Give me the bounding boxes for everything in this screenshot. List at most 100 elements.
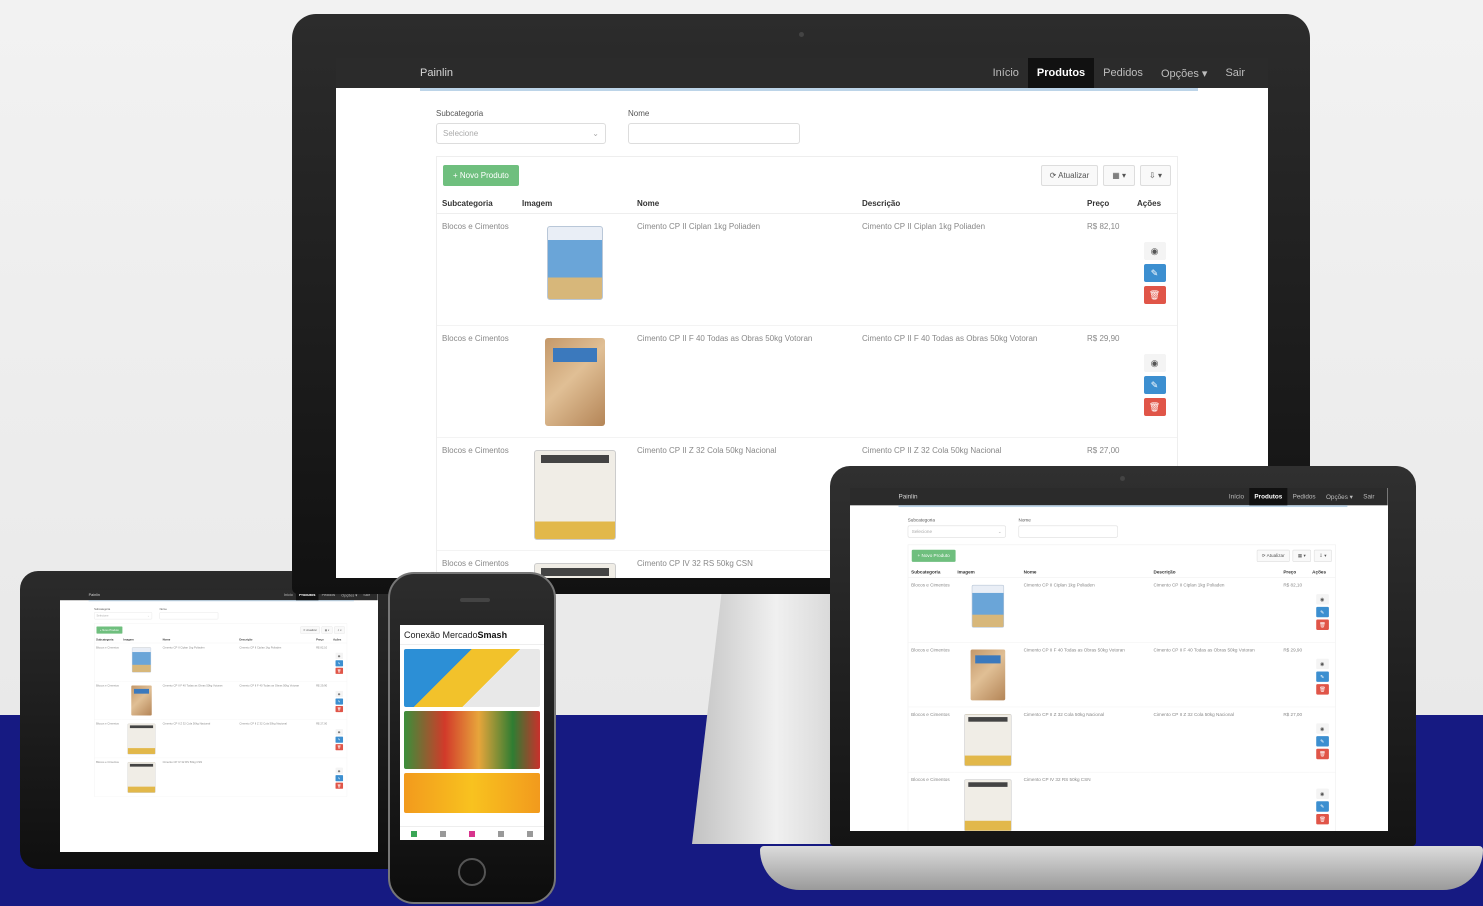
edit-icon[interactable]: ✎ [1315,736,1329,747]
view-icon[interactable]: ◉ [1315,723,1329,734]
nav-inicio[interactable]: Início [984,58,1028,88]
col-price[interactable]: Preço [1280,566,1310,579]
name-input[interactable] [628,123,800,144]
col-description[interactable]: Descrição [857,194,1082,214]
banner-vegetables[interactable] [404,711,540,769]
table-row[interactable]: Blocos e Cimentos Cimento CP II Ciplan 1… [437,213,1177,326]
view-icon[interactable]: ◉ [335,729,343,736]
table-row[interactable]: Blocos e Cimentos Cimento CP II Ciplan 1… [94,642,347,682]
category-select[interactable]: Selecione ⌄ [94,612,153,620]
nav-pedidos[interactable]: Pedidos [1094,58,1152,88]
table-row[interactable]: Blocos e Cimentos Cimento CP IV 32 RS 50… [94,757,347,797]
refresh-button[interactable]: ⟳ Atualizar [300,626,320,634]
nav-pedidos[interactable]: Pedidos [1287,488,1320,505]
name-input[interactable] [159,612,219,620]
view-icon[interactable]: ◉ [1315,594,1329,605]
nav-opcoes[interactable]: Opções ▾ [1152,58,1217,88]
col-name[interactable]: Nome [632,194,857,214]
export-button[interactable]: ⇩ ▾ [334,626,345,634]
nav-opcoes[interactable]: Opções ▾ [1321,488,1358,505]
edit-icon[interactable]: ✎ [1143,264,1166,282]
table-row[interactable]: Blocos e Cimentos Cimento CP II Ciplan 1… [908,577,1336,643]
edit-icon[interactable]: ✎ [1315,801,1329,812]
col-price[interactable]: Preço [314,636,332,644]
cell-price: R$ 82,10 [1082,213,1132,326]
view-icon[interactable]: ◉ [1315,658,1329,670]
tab-cart-icon[interactable] [468,830,475,837]
table-row[interactable]: Blocos e Cimentos Cimento CP II Z 32 Col… [94,719,347,758]
view-icon[interactable]: ◉ [1143,354,1166,372]
edit-icon[interactable]: ✎ [1315,671,1329,682]
view-icon[interactable]: ◉ [1315,788,1329,800]
nav-sair[interactable]: Sair [1358,488,1380,505]
nav-produtos[interactable]: Produtos [1249,488,1288,506]
tab-orders-icon[interactable] [497,830,504,837]
edit-icon[interactable]: ✎ [1315,606,1329,618]
trash-icon[interactable]: 🗑 [1315,619,1329,630]
view-icon[interactable]: ◉ [1143,242,1166,260]
refresh-button[interactable]: ⟳ Atualizar [1256,549,1290,562]
view-icon[interactable]: ◉ [335,690,343,698]
col-price[interactable]: Preço [1082,194,1132,214]
category-select[interactable]: Selecione ⌄ [907,525,1006,538]
product-image [131,647,151,673]
table-row[interactable]: Blocos e Cimentos Cimento CP II Z 32 Col… [908,706,1336,773]
table-row[interactable]: Blocos e Cimentos Cimento CP IV 32 RS 50… [908,771,1336,831]
columns-button[interactable]: ▦ ▾ [1292,549,1312,562]
cell-price: R$ 29,90 [314,681,332,720]
trash-icon[interactable]: 🗑 [1315,814,1329,825]
edit-icon[interactable]: ✎ [1143,376,1166,394]
banner-oils[interactable] [404,773,540,813]
tab-profile-icon[interactable] [526,830,533,837]
trash-icon[interactable]: 🗑 [335,705,343,713]
export-button[interactable]: ⇩ ▾ [1313,549,1332,562]
phone-home-button[interactable] [458,858,486,886]
export-button[interactable]: ⇩ ▾ [1140,165,1171,186]
trash-icon[interactable]: 🗑 [1143,286,1166,304]
view-icon[interactable]: ◉ [335,652,343,659]
main-nav: Início Produtos Pedidos Opções ▾ Sair [1224,488,1380,506]
col-subcategory[interactable]: Subcategoria [908,566,955,579]
table-row[interactable]: Blocos e Cimentos Cimento CP II F 40 Tod… [437,325,1177,438]
brand-logo[interactable]: Painlin [420,67,453,79]
col-description[interactable]: Descrição [1150,566,1281,579]
edit-icon[interactable]: ✎ [335,775,343,782]
view-icon[interactable]: ◉ [335,767,343,774]
trash-icon[interactable]: 🗑 [335,667,343,674]
nav-produtos[interactable]: Produtos [1027,58,1095,88]
cell-image [121,642,161,682]
col-name[interactable]: Nome [1020,566,1151,579]
trash-icon[interactable]: 🗑 [1315,684,1329,695]
brand-logo[interactable]: Painlin [89,593,100,597]
col-subcategory[interactable]: Subcategoria [94,636,122,644]
columns-button[interactable]: ▦ ▾ [1103,165,1136,186]
brand-logo[interactable]: Painlin [898,493,917,500]
trash-icon[interactable]: 🗑 [1143,398,1166,416]
col-subcategory[interactable]: Subcategoria [437,194,517,214]
table-row[interactable]: Blocos e Cimentos Cimento CP II F 40 Tod… [94,681,347,720]
columns-button[interactable]: ▦ ▾ [321,626,333,634]
edit-icon[interactable]: ✎ [335,660,343,667]
new-product-button[interactable]: + Novo Produto [443,165,519,186]
refresh-button[interactable]: ⟳ Atualizar [1040,165,1099,186]
new-product-button[interactable]: + Novo Produto [911,549,956,562]
edit-icon[interactable]: ✎ [335,736,343,743]
name-input[interactable] [1018,525,1118,538]
table-row[interactable]: Blocos e Cimentos Cimento CP II F 40 Tod… [908,642,1336,707]
new-product-button[interactable]: + Novo Produto [96,626,123,634]
trash-icon[interactable]: 🗑 [335,744,343,751]
filter-category: Subcategoria Selecione ⌄ [907,517,1006,538]
cell-name: Cimento CP II Ciplan 1kg Poliaden [160,642,238,682]
trash-icon[interactable]: 🗑 [1315,748,1329,760]
col-name[interactable]: Nome [160,636,238,644]
nav-inicio[interactable]: Início [1224,488,1250,505]
tab-categories-icon[interactable] [440,830,447,837]
col-description[interactable]: Descrição [237,636,315,644]
cell-name: Cimento CP II F 40 Todas as Obras 50kg V… [160,681,238,720]
category-select[interactable]: Selecione ⌄ [436,123,606,144]
edit-icon[interactable]: ✎ [335,698,343,705]
trash-icon[interactable]: 🗑 [335,782,343,789]
nav-sair[interactable]: Sair [1216,58,1254,88]
banner-groceries[interactable] [404,649,540,707]
tab-home-icon[interactable] [411,830,418,837]
